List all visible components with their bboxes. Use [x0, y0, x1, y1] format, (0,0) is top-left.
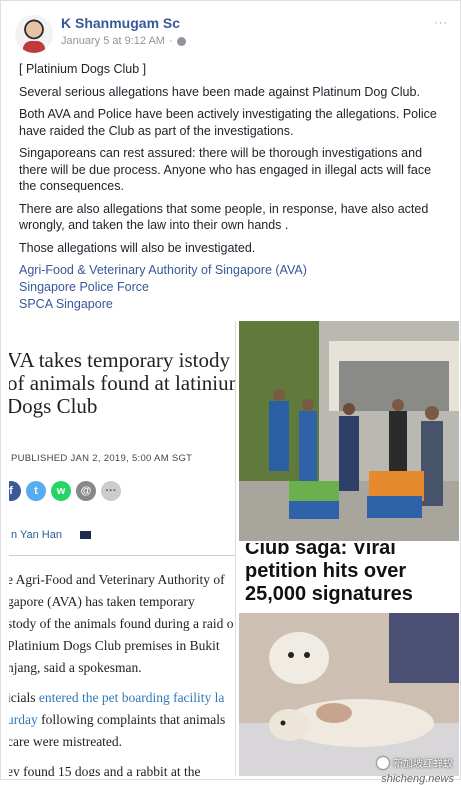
article-byline: n Yan Han [11, 529, 91, 541]
article-line: urday following complaints that animals [9, 712, 226, 727]
article-line: ey found 15 dogs and a rabbit at the [9, 764, 201, 776]
petition-headline: Club saga: Viral petition hits over 25,0… [245, 543, 413, 605]
more-share-icon: ··· [101, 481, 121, 501]
tagged-page-link-spca[interactable]: SPCA Singapore [19, 296, 449, 313]
watermark: 新加坡红蝉蚁 [377, 755, 453, 770]
article-line: icials entered the pet boarding facility… [9, 690, 225, 705]
globe-icon [176, 36, 186, 46]
article-headline: VA takes temporary istody of animals fou… [9, 348, 236, 418]
email-icon: @ [76, 481, 96, 501]
news-article-screenshot[interactable]: VA takes temporary istody of animals fou… [9, 321, 236, 776]
petition-photo[interactable]: Club saga: Viral petition hits over 25,0… [239, 543, 459, 776]
post-paragraph: There are also allegations that some peo… [19, 201, 429, 233]
article-line: gapore (AVA) has taken temporary [9, 594, 195, 609]
watermark-domain: shicheng.news [381, 773, 454, 785]
post-header: K Shanmugam Sc January 5 at 9:12 AM · ··… [15, 13, 450, 57]
whatsapp-icon: w [51, 481, 71, 501]
avatar[interactable] [15, 15, 53, 53]
raid-scene-image [239, 321, 459, 541]
mail-icon [79, 531, 91, 539]
post-paragraph: Both AVA and Police have been actively i… [19, 107, 437, 138]
twitter-icon: t [26, 481, 46, 501]
dog-photo [239, 613, 459, 776]
facebook-post: K Shanmugam Sc January 5 at 9:12 AM · ··… [0, 0, 461, 785]
watermark-text: 新加坡红蝉蚁 [393, 759, 453, 770]
article-line: stody of the animals found during a raid… [9, 616, 234, 631]
article-line: Platinium Dogs Club premises in Bukit [9, 638, 220, 653]
injured-dog-image [239, 613, 459, 776]
tagged-pages: Agri-Food & Veterinary Authority of Sing… [19, 262, 449, 313]
post-paragraph: Several serious allegations have been ma… [19, 84, 420, 99]
post-timestamp[interactable]: January 5 at 9:12 AM [61, 35, 165, 47]
wechat-icon [377, 756, 389, 769]
article-line: care were mistreated. [9, 734, 123, 749]
article-author: n Yan Han [11, 529, 62, 541]
author-name[interactable]: K Shanmugam Sc [61, 15, 180, 31]
post-paragraph: Those allegations will also be investiga… [19, 240, 256, 255]
raid-photo[interactable] [239, 321, 459, 541]
post-meta: January 5 at 9:12 AM · [61, 35, 186, 47]
article-line: njang, said a spokesman. [9, 660, 142, 675]
tagged-page-link-police[interactable]: Singapore Police Force [19, 279, 449, 296]
article-published: PUBLISHED JAN 2, 2019, 5:00 AM SGT [11, 453, 193, 464]
divider [9, 555, 235, 556]
more-options-icon[interactable]: ··· [434, 17, 448, 29]
post-paragraph: Singaporeans can rest assured: there wil… [19, 146, 432, 193]
photo-collage[interactable]: VA takes temporary istody of animals fou… [9, 321, 459, 776]
post-paragraph: [ Platinium Dogs Club ] [19, 62, 147, 76]
tagged-page-link-ava[interactable]: Agri-Food & Veterinary Authority of Sing… [19, 262, 449, 279]
article-body: e Agri-Food and Veterinary Authority of … [9, 569, 235, 776]
facebook-icon: f [9, 481, 21, 501]
article-line: e Agri-Food and Veterinary Authority of [9, 572, 225, 587]
post-body: [ Platinium Dogs Club ] Several serious … [19, 61, 449, 313]
share-buttons: f t w @ ··· [9, 481, 121, 501]
